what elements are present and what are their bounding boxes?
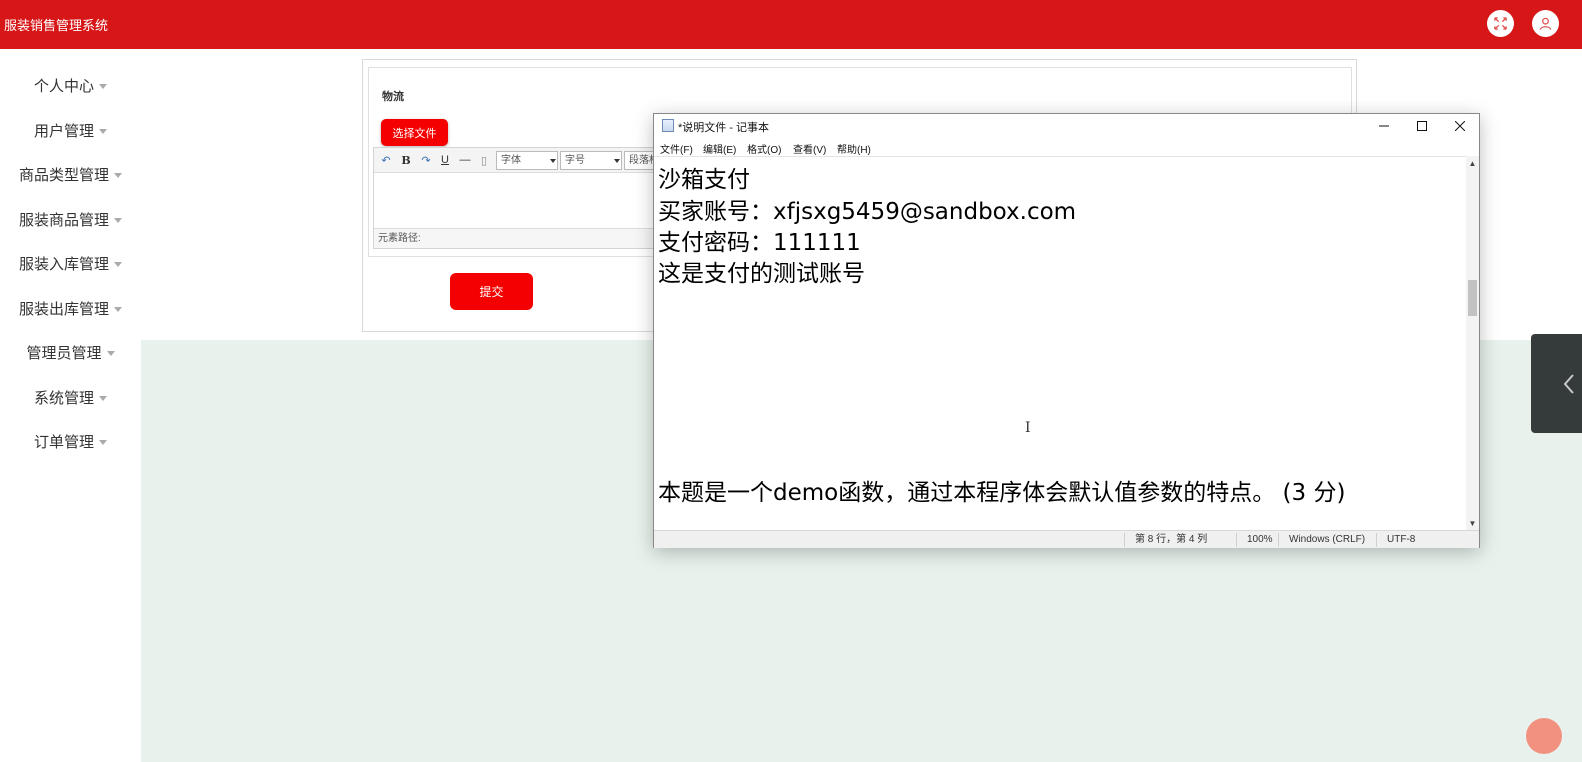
text-line: 支付密码：111111 bbox=[658, 230, 861, 256]
sidebar-item-label: 订单管理 bbox=[33, 433, 94, 451]
text-line: 买家账号：xfjsxg5459@sandbox.com bbox=[658, 199, 1077, 225]
sidebar-item-system-management[interactable]: 系统管理 bbox=[0, 377, 141, 417]
sidebar-item-label: 服装入库管理 bbox=[18, 255, 109, 273]
notepad-status-bar: 第 8 行，第 4 列 100% Windows (CRLF) UTF-8 bbox=[654, 530, 1479, 548]
redo-icon[interactable]: ↷ bbox=[418, 152, 434, 168]
menu-format[interactable]: 格式(O) bbox=[747, 141, 781, 156]
status-cursor-position: 第 8 行，第 4 列 bbox=[1124, 533, 1236, 547]
close-icon[interactable] bbox=[1441, 114, 1479, 138]
chevron-down-icon bbox=[550, 159, 556, 163]
notepad-window-title: *说明文件 - 记事本 bbox=[678, 122, 770, 134]
scrollbar-thumb[interactable] bbox=[1468, 280, 1477, 316]
scroll-up-icon[interactable]: ▲ bbox=[1466, 157, 1479, 169]
submit-button[interactable]: 提交 bbox=[450, 273, 533, 310]
underline-icon[interactable]: U bbox=[437, 152, 453, 168]
sidebar-item-label: 个人中心 bbox=[33, 77, 94, 95]
menu-file[interactable]: 文件(F) bbox=[660, 141, 693, 156]
sidebar-item-label: 商品类型管理 bbox=[18, 166, 109, 184]
chevron-down-icon bbox=[114, 306, 122, 312]
top-bar: 服装销售管理系统 bbox=[0, 0, 1582, 49]
font-size-select-value: 字号 bbox=[565, 155, 585, 166]
status-line-ending: Windows (CRLF) bbox=[1278, 533, 1376, 547]
sidebar-item-label: 服装出库管理 bbox=[18, 300, 109, 318]
scroll-down-icon[interactable]: ▼ bbox=[1466, 517, 1479, 529]
status-encoding: UTF-8 bbox=[1376, 533, 1466, 547]
sidebar-item-product-type-management[interactable]: 商品类型管理 bbox=[0, 154, 141, 194]
menu-view[interactable]: 查看(V) bbox=[793, 141, 826, 156]
fullscreen-icon[interactable] bbox=[1487, 10, 1514, 37]
chevron-down-icon bbox=[114, 172, 122, 178]
horizontal-rule-icon[interactable]: — bbox=[457, 152, 473, 168]
maximize-icon[interactable] bbox=[1403, 114, 1441, 138]
sidebar: 个人中心 用户管理 商品类型管理 服装商品管理 服装入库管理 服装出库管理 管理… bbox=[0, 49, 141, 762]
menu-edit[interactable]: 编辑(E) bbox=[703, 141, 736, 156]
chevron-down-icon bbox=[114, 217, 122, 223]
chevron-left-icon bbox=[1563, 373, 1574, 394]
sidebar-item-label: 服装商品管理 bbox=[18, 211, 109, 229]
user-icon[interactable] bbox=[1532, 10, 1559, 37]
status-zoom: 100% bbox=[1236, 533, 1278, 547]
notepad-window: *说明文件 - 记事本 文件(F) 编辑(E) 格式(O) 查看(V) 帮助(H… bbox=[653, 113, 1480, 548]
font-family-select[interactable]: 字体 bbox=[496, 151, 558, 170]
floating-action-button[interactable] bbox=[1526, 718, 1562, 754]
chevron-down-icon bbox=[99, 439, 107, 445]
sidebar-item-order-management[interactable]: 订单管理 bbox=[0, 421, 141, 461]
field-label-logistics: 物流 bbox=[382, 91, 404, 103]
vertical-scrollbar[interactable]: ▲ ▼ bbox=[1466, 156, 1479, 530]
chevron-down-icon bbox=[99, 83, 107, 89]
notepad-title-bar[interactable]: *说明文件 - 记事本 bbox=[654, 114, 1479, 138]
text-cursor-icon: I bbox=[1025, 420, 1031, 436]
sidebar-item-clothing-product-management[interactable]: 服装商品管理 bbox=[0, 199, 141, 239]
page-icon[interactable]: ▯ bbox=[476, 152, 492, 168]
notepad-menu-bar: 文件(F) 编辑(E) 格式(O) 查看(V) 帮助(H) bbox=[654, 138, 1479, 156]
sidebar-item-label: 管理员管理 bbox=[26, 344, 102, 362]
notepad-text-area[interactable]: 沙箱支付 买家账号：xfjsxg5459@sandbox.com 支付密码：11… bbox=[654, 156, 1466, 530]
app-title: 服装销售管理系统 bbox=[4, 18, 109, 33]
chevron-down-icon bbox=[106, 350, 115, 356]
chevron-down-icon bbox=[99, 128, 107, 134]
bold-icon[interactable]: B bbox=[398, 152, 414, 168]
font-family-select-value: 字体 bbox=[501, 155, 521, 166]
sidebar-item-label: 用户管理 bbox=[33, 122, 94, 140]
sidebar-item-stock-in-management[interactable]: 服装入库管理 bbox=[0, 243, 141, 283]
choose-file-button[interactable]: 选择文件 bbox=[381, 119, 448, 146]
panel-collapse-handle[interactable] bbox=[1531, 334, 1582, 433]
chevron-down-icon bbox=[99, 395, 107, 401]
notepad-app-icon bbox=[662, 119, 674, 132]
chevron-down-icon bbox=[614, 159, 620, 163]
minimize-icon[interactable] bbox=[1365, 114, 1403, 138]
text-line: 沙箱支付 bbox=[658, 167, 750, 193]
text-line: 这是支付的测试账号 bbox=[658, 261, 865, 287]
sidebar-item-stock-out-management[interactable]: 服装出库管理 bbox=[0, 288, 141, 328]
font-size-select[interactable]: 字号 bbox=[560, 151, 622, 170]
sidebar-item-label: 系统管理 bbox=[33, 389, 94, 407]
menu-help[interactable]: 帮助(H) bbox=[837, 141, 871, 156]
sidebar-item-personal-center[interactable]: 个人中心 bbox=[0, 65, 141, 105]
sidebar-item-admin-management[interactable]: 管理员管理 bbox=[0, 332, 141, 372]
sidebar-item-user-management[interactable]: 用户管理 bbox=[0, 110, 141, 150]
undo-icon[interactable]: ↶ bbox=[378, 152, 394, 168]
text-line: 本题是一个demo函数，通过本程序体会默认值参数的特点。 (3 分) bbox=[658, 480, 1346, 506]
chevron-down-icon bbox=[114, 261, 122, 267]
